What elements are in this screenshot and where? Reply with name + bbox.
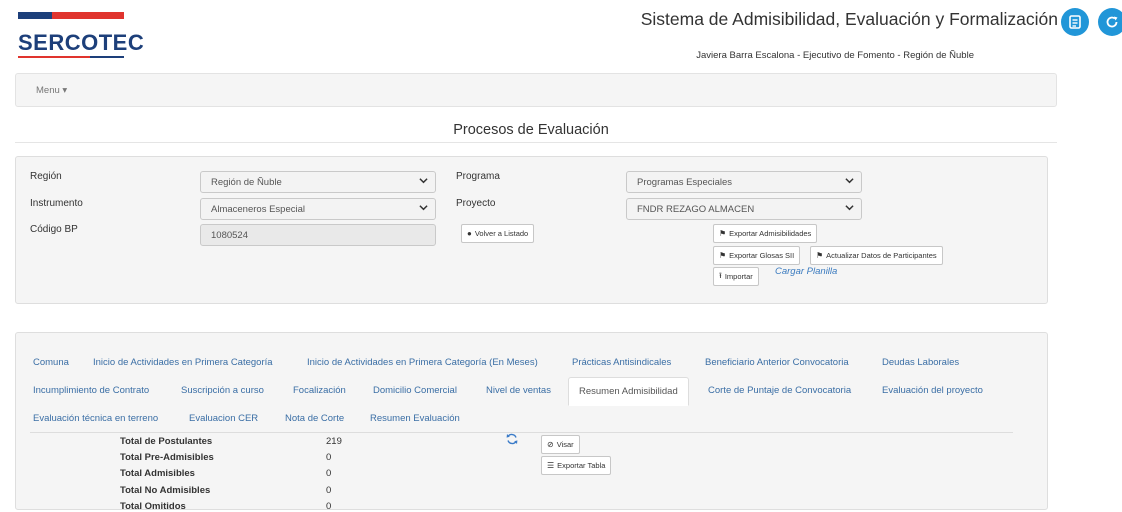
tab-suscripcion-curso[interactable]: Suscripción a curso	[181, 385, 264, 396]
chevron-down-icon	[419, 205, 428, 211]
tab-resumen-evaluacion[interactable]: Resumen Evaluación	[370, 413, 460, 424]
summary-value-no-admisibles: 0	[326, 485, 332, 496]
exportar-glosas-button[interactable]: ⚑ Exportar Glosas SII	[713, 246, 801, 265]
summary-label-admisibles: Total Admisibles	[120, 468, 195, 479]
title-divider	[15, 142, 1057, 143]
chevron-down-icon	[419, 178, 428, 184]
programa-select-value: Programas Especiales	[637, 177, 733, 188]
cargar-planilla-link[interactable]: Cargar Planilla	[775, 266, 837, 277]
page-title: Procesos de Evaluación	[453, 122, 609, 138]
programa-select[interactable]: Programas Especiales	[626, 171, 862, 193]
table-icon: ☰	[547, 461, 555, 470]
proyecto-select[interactable]: FNDR REZAGO ALMACEN	[626, 198, 862, 220]
user-info: Javiera Barra Escalona - Ejecutivo de Fo…	[696, 50, 974, 61]
tab-evaluacion-cer[interactable]: Evaluacion CER	[189, 413, 258, 424]
tab-inicio-actividades-meses[interactable]: Inicio de Actividades en Primera Categor…	[307, 357, 538, 368]
summary-label-omitidos: Total Omitidos	[120, 501, 186, 512]
visar-label: Visar	[556, 440, 574, 449]
summary-value-postulantes: 219	[326, 436, 342, 447]
tab-domicilio-comercial[interactable]: Domicilio Comercial	[373, 385, 457, 396]
region-label: Región	[30, 171, 62, 182]
tab-evaluacion-proyecto[interactable]: Evaluación del proyecto	[882, 385, 983, 396]
programa-label: Programa	[456, 171, 500, 182]
arrow-left-circle-icon: ●	[467, 229, 472, 238]
refresh-icon[interactable]	[505, 432, 519, 446]
tab-practicas-antisindicales[interactable]: Prácticas Antisindicales	[572, 357, 671, 368]
tab-nivel-ventas[interactable]: Nivel de ventas	[486, 385, 551, 396]
proyecto-label: Proyecto	[456, 198, 496, 209]
check-circle-icon: ⊘	[547, 440, 554, 449]
exportar-tabla-label: Exportar Tabla	[557, 461, 606, 470]
summary-value-omitidos: 0	[326, 501, 332, 512]
actualizar-datos-label: Actualizar Datos de Participantes	[826, 251, 937, 260]
tab-nota-corte[interactable]: Nota de Corte	[285, 413, 344, 424]
summary-label-no-admisibles: Total No Admisibles	[120, 485, 211, 496]
chevron-down-icon	[845, 178, 854, 184]
region-select-value: Región de Ñuble	[211, 177, 282, 188]
upload-icon: ⭱	[719, 270, 722, 280]
exportar-admisibilidades-label: Exportar Admisibilidades	[729, 229, 812, 238]
tab-incumplimiento-contrato[interactable]: Incumplimiento de Contrato	[33, 385, 149, 396]
tab-evaluacion-tecnica[interactable]: Evaluación técnica en terreno	[33, 413, 158, 424]
actualizar-datos-button[interactable]: ⚑ Actualizar Datos de Participantes	[810, 246, 943, 265]
menu-label: Menu	[36, 85, 60, 96]
instrumento-select[interactable]: Almaceneros Especial	[200, 198, 436, 220]
codigo-bp-input[interactable]: 1080524	[200, 224, 436, 246]
codigo-bp-value: 1080524	[211, 230, 248, 241]
sercotec-logo: SERCOTEC	[18, 12, 144, 62]
exportar-admisibilidades-button[interactable]: ⚑ Exportar Admisibilidades	[713, 224, 818, 243]
importar-button[interactable]: ⭱ Importar	[713, 267, 759, 286]
codigo-bp-label: Código BP	[30, 224, 78, 235]
document-list-icon[interactable]	[1061, 8, 1089, 36]
importar-label: Importar	[724, 272, 753, 281]
exportar-glosas-label: Exportar Glosas SII	[729, 251, 795, 260]
instrumento-select-value: Almaceneros Especial	[211, 204, 305, 215]
flag-icon: ⚑	[719, 229, 727, 238]
instrumento-label: Instrumento	[30, 198, 83, 209]
volver-label: Volver a Listado	[474, 229, 529, 238]
tab-resumen-admisibilidad[interactable]: Resumen Admisibilidad	[568, 377, 689, 406]
logo-wordmark: SERCOTEC	[18, 30, 145, 55]
proyecto-select-value: FNDR REZAGO ALMACEN	[637, 204, 755, 215]
region-select[interactable]: Región de Ñuble	[200, 171, 436, 193]
top-navbar: Menu ▾	[15, 73, 1057, 107]
tab-beneficiario-anterior[interactable]: Beneficiario Anterior Convocatoria	[705, 357, 849, 368]
tab-inicio-actividades[interactable]: Inicio de Actividades en Primera Categor…	[93, 357, 273, 368]
summary-value-pre-admisibles: 0	[326, 452, 332, 463]
refresh-circle-icon[interactable]	[1098, 8, 1122, 36]
volver-a-listado-button[interactable]: ● Volver a Listado	[461, 224, 535, 243]
menu-dropdown[interactable]: Menu ▾	[36, 85, 67, 96]
chevron-down-icon	[845, 205, 854, 211]
system-title: Sistema de Admisibilidad, Evaluación y F…	[640, 9, 1058, 29]
tab-deudas-laborales[interactable]: Deudas Laborales	[882, 357, 959, 368]
summary-label-postulantes: Total de Postulantes	[120, 436, 213, 447]
flag-icon: ⚑	[719, 251, 727, 260]
tabs-divider	[30, 432, 1013, 433]
exportar-tabla-button[interactable]: ☰ Exportar Tabla	[541, 456, 612, 475]
summary-label-pre-admisibles: Total Pre-Admisibles	[120, 452, 214, 463]
summary-value-admisibles: 0	[326, 468, 332, 479]
flag-icon: ⚑	[816, 251, 824, 260]
tab-corte-puntaje[interactable]: Corte de Puntaje de Convocatoria	[708, 385, 851, 396]
tab-focalizacion[interactable]: Focalización	[293, 385, 346, 396]
tab-comuna[interactable]: Comuna	[33, 357, 69, 368]
visar-button[interactable]: ⊘ Visar	[541, 435, 580, 454]
